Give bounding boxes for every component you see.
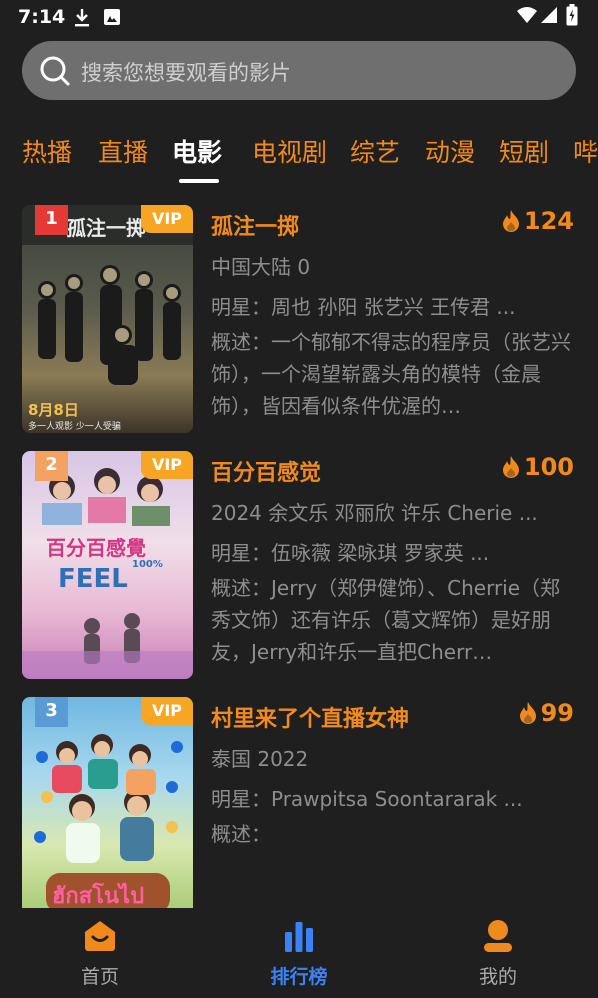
chart-bar-icon (285, 922, 313, 952)
category-tabs: 热播 直播 电影 电视剧 综艺 动漫 短剧 哔 (0, 128, 598, 188)
poster-percent-text: 100% (132, 559, 163, 570)
vip-badge: VIP (141, 451, 193, 479)
flame-icon (502, 210, 519, 232)
heat-score: 100 (501, 453, 574, 481)
nav-profile[interactable]: 我的 (438, 908, 558, 998)
movie-list: 孤注一掷 8月8日 多一人观影 少一人受骗 1 VIP 孤注一掷 124 中国大… (0, 205, 598, 908)
movie-meta: 2024 余文乐 邓丽欣 许乐 Cherie ... (211, 501, 538, 525)
movie-cast: 明星：周也 孙阳 张艺兴 王传君 ... (211, 295, 516, 319)
tab-variety[interactable]: 综艺 (350, 133, 400, 169)
heat-score: 99 (518, 699, 574, 727)
poster-art: ฮักสโนไป (34, 734, 183, 908)
movie-poster[interactable]: ฮักสโนไป 3 VIP (22, 697, 193, 908)
poster-slogan-text: 多一人观影 少一人受骗 (28, 420, 121, 432)
nav-home-label: 首页 (80, 966, 119, 988)
bottom-nav: 首页 排行榜 我的 (0, 908, 598, 998)
nav-ranking-label: 排行榜 (270, 966, 328, 988)
signal-icon (540, 6, 558, 28)
home-icon (85, 921, 115, 951)
poster-title-text: ฮักสโนไป (52, 882, 144, 908)
tab-anime[interactable]: 动漫 (425, 133, 475, 169)
vip-badge: VIP (141, 697, 193, 725)
tab-live[interactable]: 直播 (98, 133, 148, 169)
movie-description: 概述：一个郁郁不得志的程序员（张艺兴 饰），一个渴望崭露头角的模特（金晨 饰），… (211, 330, 571, 418)
heat-value: 124 (523, 207, 574, 235)
status-time: 7:14 (18, 6, 66, 28)
profile-icon (484, 920, 512, 952)
search-icon (40, 56, 70, 86)
movie-poster[interactable]: 孤注一掷 8月8日 多一人观影 少一人受骗 1 VIP (22, 205, 193, 433)
battery-icon (566, 4, 578, 30)
movie-description: 概述： (211, 822, 271, 846)
flame-icon (519, 702, 536, 724)
nav-home[interactable]: 首页 (40, 908, 160, 998)
heat-value: 99 (540, 699, 574, 727)
movie-title[interactable]: 百分百感觉 (211, 455, 321, 487)
movie-meta: 泰国 2022 (211, 747, 309, 771)
movie-title[interactable]: 村里来了个直播女神 (211, 701, 409, 733)
movie-cast: 明星：Prawpitsa Soontararak ... (211, 787, 523, 811)
movie-description: 概述：Jerry（郑伊健饰）、Cherrie（郑秀文饰）还有许乐（葛文辉饰）是好… (211, 576, 561, 664)
list-item[interactable]: 百分百感覺 FEEL 100% 2 VIP 百分百感觉 100 2024 余文乐… (0, 451, 598, 681)
rank-badge: 2 (35, 451, 68, 481)
tab-movie[interactable]: 电影 (172, 133, 222, 169)
search-placeholder: 搜索您想要观看的影片 (81, 61, 291, 85)
search-bar[interactable]: 搜索您想要观看的影片 (22, 41, 576, 100)
tab-more[interactable]: 哔 (573, 133, 598, 169)
rank-badge: 1 (35, 205, 68, 235)
heat-score: 124 (501, 207, 574, 235)
poster-date-text: 8月8日 (28, 401, 79, 419)
tab-tv-series[interactable]: 电视剧 (252, 133, 327, 169)
wifi-icon (516, 6, 538, 28)
movie-cast: 明星：伍咏薇 梁咏琪 罗家英 ... (211, 541, 490, 565)
download-icon (73, 8, 91, 32)
poster-title-text: 百分百感覺 (46, 536, 146, 560)
movie-poster[interactable]: 百分百感覺 FEEL 100% 2 VIP (22, 451, 193, 679)
movie-title[interactable]: 孤注一掷 (211, 209, 299, 241)
poster-art: 百分百感覺 FEEL 100% (22, 468, 193, 679)
poster-title-text: 孤注一掷 (66, 216, 146, 240)
vip-badge: VIP (141, 205, 193, 233)
rank-badge: 3 (35, 697, 68, 727)
movie-meta: 中国大陆 0 (211, 255, 311, 279)
active-tab-indicator (179, 179, 219, 183)
nav-ranking[interactable]: 排行榜 (239, 908, 359, 998)
status-bar: 7:14 (0, 0, 598, 34)
poster-feel-text: FEEL (58, 564, 128, 594)
list-item[interactable]: ฮักสโนไป 3 VIP 村里来了个直播女神 99 泰国 2022 明星：P… (0, 697, 598, 908)
flame-icon (502, 456, 519, 478)
photos-icon (103, 8, 121, 30)
poster-art: 孤注一掷 8月8日 多一人观影 少一人受骗 (22, 205, 193, 432)
tab-hot[interactable]: 热播 (22, 133, 72, 169)
list-item[interactable]: 孤注一掷 8月8日 多一人观影 少一人受骗 1 VIP 孤注一掷 124 中国大… (0, 205, 598, 435)
heat-value: 100 (523, 453, 574, 481)
tab-short-drama[interactable]: 短剧 (499, 133, 549, 169)
nav-profile-label: 我的 (478, 966, 517, 988)
